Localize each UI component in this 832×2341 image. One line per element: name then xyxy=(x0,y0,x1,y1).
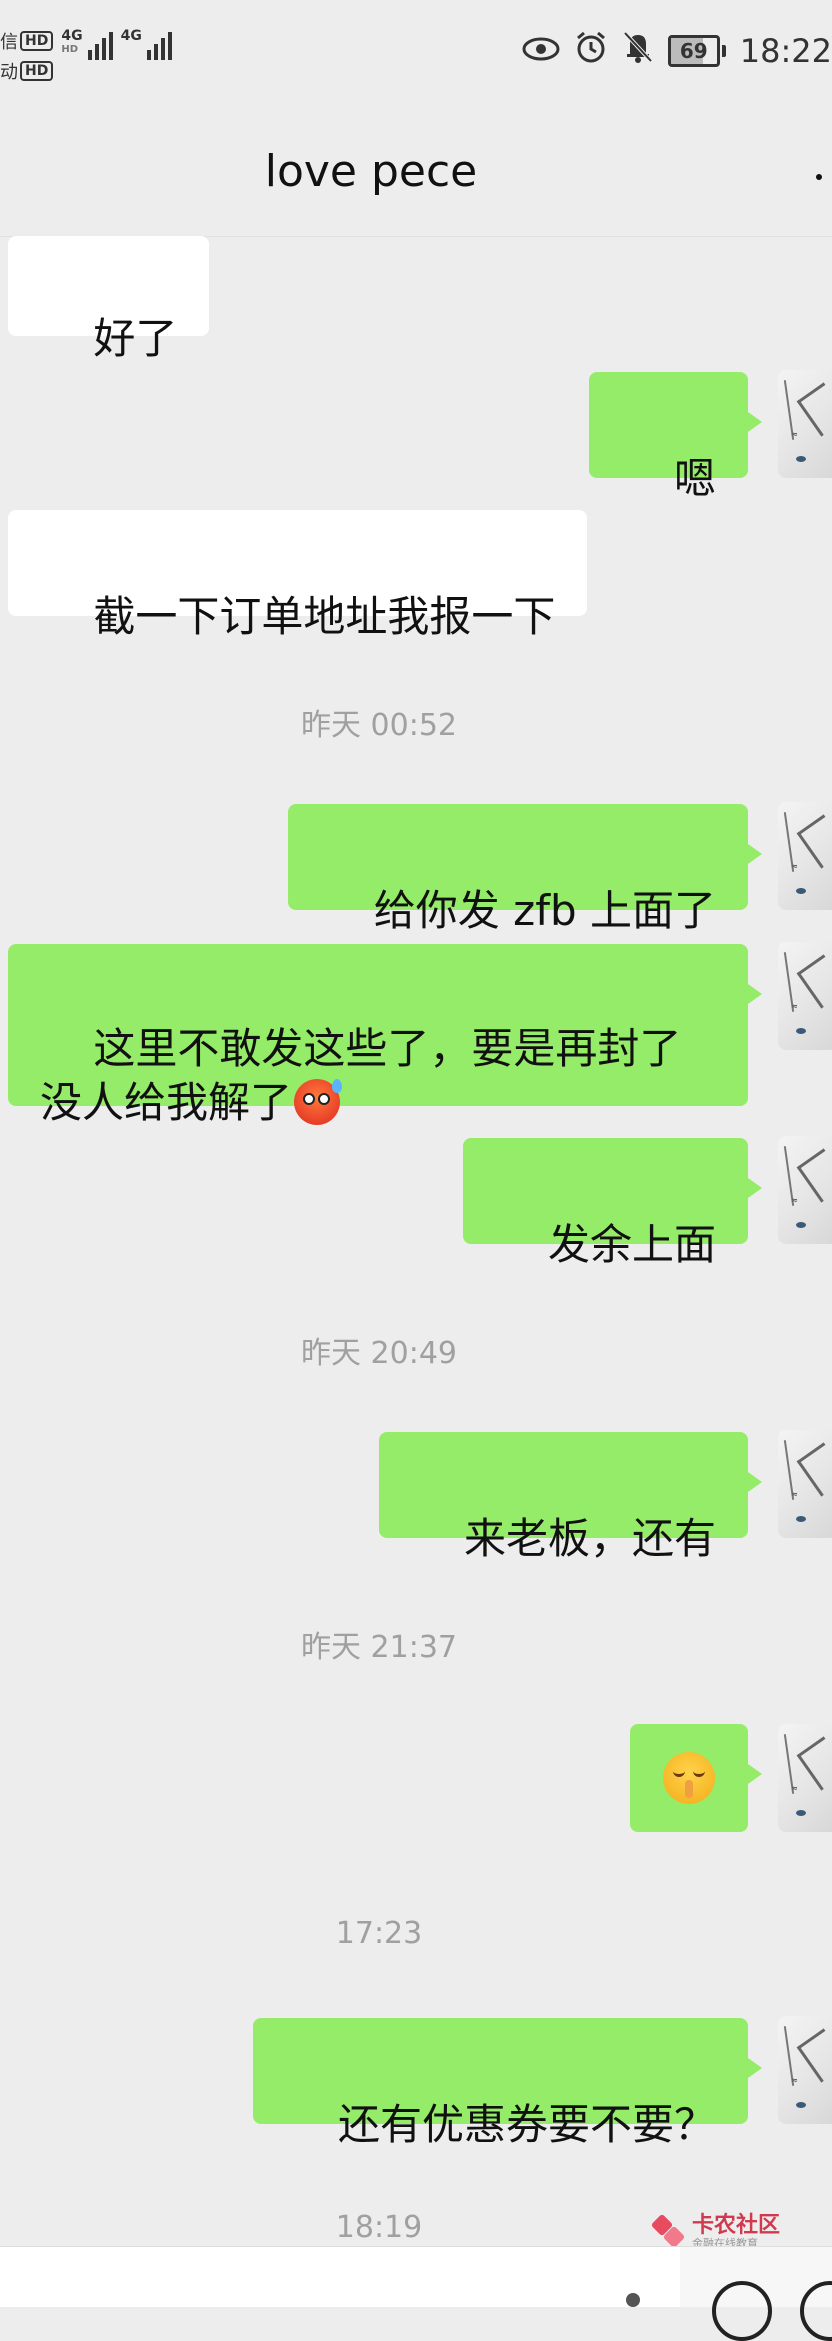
message-text: 还有优惠券要不要？ xyxy=(337,2100,716,2149)
hd-badge: HD xyxy=(20,61,54,81)
sim2-label: 动 xyxy=(0,62,18,83)
eye-icon xyxy=(522,32,560,70)
message-bubble-sent[interactable]: 嗯 xyxy=(588,372,763,503)
message-bubble-sent[interactable] xyxy=(630,1724,762,1832)
chat-title: love pece xyxy=(264,146,478,197)
message-bubble-sent[interactable]: 给你发 zfb 上面了 xyxy=(288,804,762,935)
input-bar xyxy=(0,2246,832,2341)
status-time: 18:22 xyxy=(739,32,832,70)
watermark-title: 卡农社区 xyxy=(692,2213,781,2238)
message-bubble-received[interactable]: 截一下订单地址我报一下 xyxy=(8,510,588,641)
message-bubble-sent[interactable]: 还有优惠券要不要？ xyxy=(252,2018,763,2149)
watermark: 卡农社区 金融在线教育 xyxy=(650,2213,781,2250)
message-text: 这里不敢发这些了，要是再封了没人给我解了 xyxy=(40,1024,682,1127)
hot-face-sweat-emoji xyxy=(294,1079,343,1125)
signal-icon xyxy=(146,28,172,60)
avatar[interactable]: ≈ xyxy=(778,942,832,1050)
hd-badge: HD xyxy=(20,31,54,51)
avatar[interactable]: ≈ xyxy=(778,370,832,478)
network-1: 4G HD xyxy=(61,28,113,60)
alarm-icon xyxy=(574,30,608,72)
message-text: 给你发 zfb 上面了 xyxy=(373,886,716,935)
network-2: 4G xyxy=(121,28,172,60)
status-bar-right: 69 18:22 xyxy=(522,30,832,72)
battery-level: 69 xyxy=(679,39,708,63)
network-sub-label: HD xyxy=(61,44,79,55)
avatar[interactable]: ≈ xyxy=(778,1430,832,1538)
avatar[interactable]: ≈ xyxy=(778,2016,832,2124)
message-text: 发余上面 xyxy=(547,1220,716,1269)
status-bar: 信 HD 动 HD 4G HD 4G 69 18:22 xyxy=(0,0,832,110)
signal-icon xyxy=(87,28,113,60)
message-text: 来老板，还有 xyxy=(463,1514,716,1563)
chat-header: love pece xyxy=(0,110,832,237)
avatar[interactable]: ≈ xyxy=(778,802,832,910)
sim-indicators: 信 HD 动 HD xyxy=(0,28,54,84)
voice-indicator-icon xyxy=(626,2293,640,2307)
sim1-label: 信 xyxy=(0,32,18,53)
message-text: 好了 xyxy=(93,314,178,363)
message-timestamp: 昨天 20:49 xyxy=(301,1336,457,1371)
status-bar-left: 信 HD 动 HD 4G HD 4G xyxy=(0,28,172,84)
message-timestamp: 18:19 xyxy=(335,2210,423,2245)
battery-icon: 69 xyxy=(667,35,726,67)
message-bubble-sent[interactable]: 发余上面 xyxy=(462,1138,763,1269)
add-button-icon[interactable] xyxy=(800,2281,832,2341)
message-text: 嗯 xyxy=(673,454,716,503)
avatar[interactable]: ≈ xyxy=(778,1724,832,1832)
shushing-face-emoji xyxy=(663,1752,715,1804)
emoji-button-icon[interactable] xyxy=(712,2281,772,2341)
more-dots-icon[interactable] xyxy=(816,174,822,180)
message-timestamp: 17:23 xyxy=(335,1916,423,1951)
network-type-label: 4G xyxy=(120,28,142,44)
message-text: 截一下订单地址我报一下 xyxy=(93,592,556,641)
message-bubble-sent[interactable]: 来老板，还有 xyxy=(378,1432,763,1563)
message-timestamp: 昨天 00:52 xyxy=(301,708,457,743)
message-input[interactable] xyxy=(0,2247,680,2307)
network-type-label: 4G xyxy=(61,28,83,44)
message-bubble-received[interactable]: 好了 xyxy=(8,236,210,363)
watermark-logo-icon xyxy=(650,2213,686,2249)
avatar[interactable]: ≈ xyxy=(778,1136,832,1244)
mute-bell-icon xyxy=(622,30,654,72)
message-timestamp: 昨天 21:37 xyxy=(301,1630,457,1665)
message-bubble-sent[interactable]: 这里不敢发这些了，要是再封了没人给我解了 xyxy=(8,944,762,1127)
